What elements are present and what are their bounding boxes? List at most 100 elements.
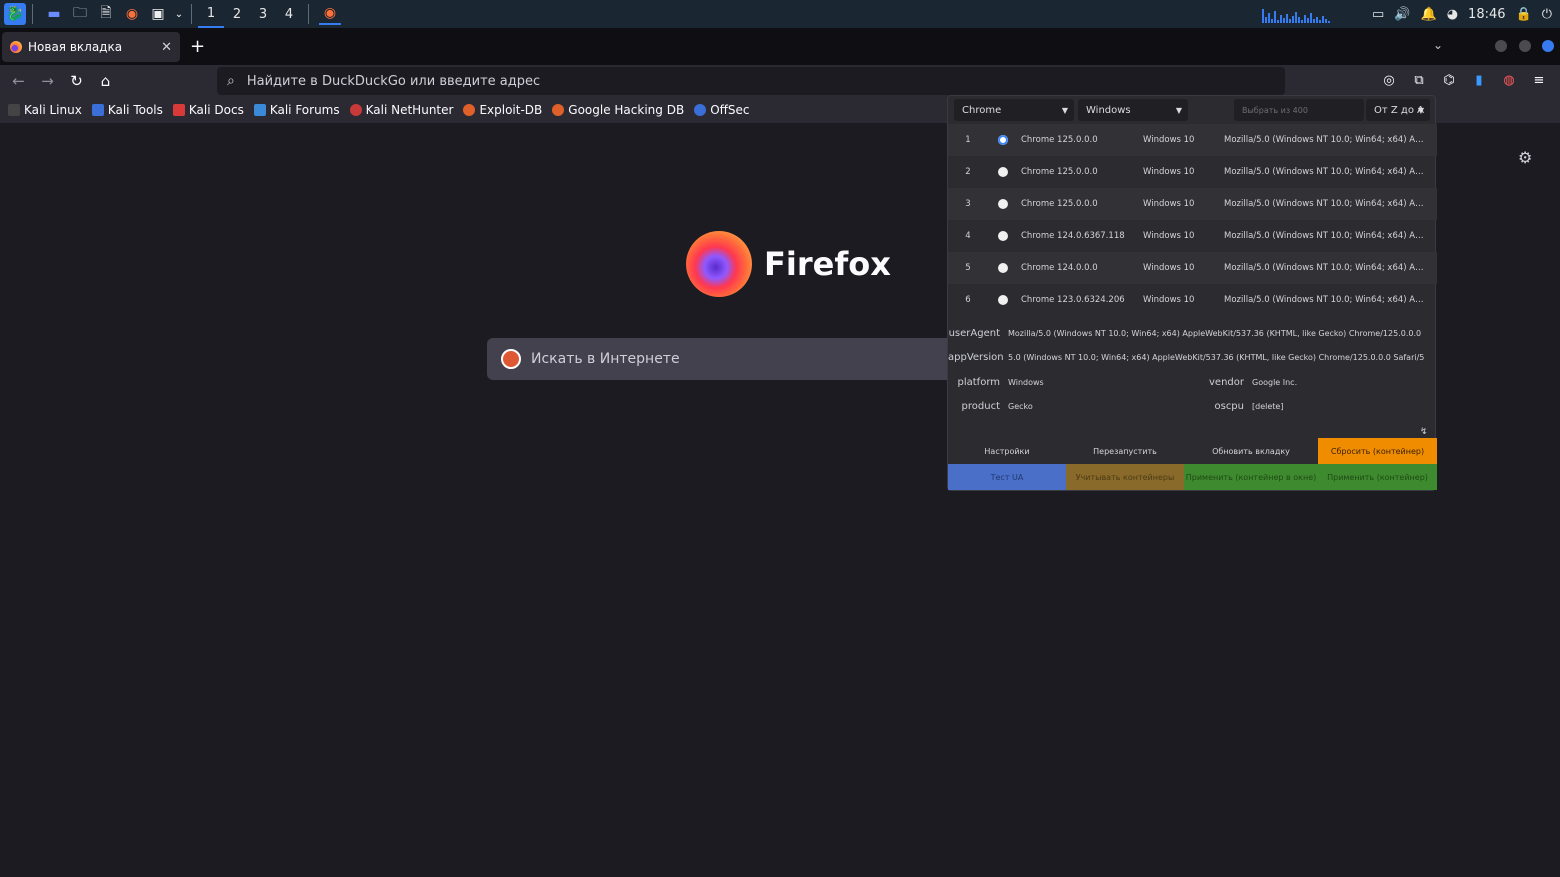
bookmark-offsec[interactable]: OffSec [694, 103, 750, 117]
row-useragent: Mozilla/5.0 (Windows NT 10.0; Win64; x64… [1224, 263, 1429, 273]
display-icon[interactable]: ▭ [1372, 7, 1384, 22]
refresh-tab-button[interactable]: Обновить вкладку [1184, 438, 1318, 464]
bookmark-label: Kali Linux [24, 103, 82, 117]
radio[interactable] [998, 199, 1008, 209]
system-tray: ▭ 🔊 🔔 ◕ 18:46 🔒 ⏻ [1262, 0, 1560, 28]
extensions-puzzle-icon[interactable]: ⧉ [1408, 69, 1430, 91]
settings-button[interactable]: Настройки [948, 438, 1066, 464]
row-os: Windows 10 [1143, 231, 1195, 241]
web-search-input[interactable]: Искать в Интернете [487, 338, 947, 380]
useragent-value-field[interactable]: Mozilla/5.0 (Windows NT 10.0; Win64; x64… [1008, 329, 1428, 338]
taskbar-separator [191, 4, 192, 24]
back-arrow-icon[interactable]: ← [4, 67, 33, 95]
resize-arrow-icon[interactable]: ↯ [1420, 427, 1428, 437]
terminal-icon[interactable]: ▣ [147, 3, 169, 25]
close-window-button[interactable] [1542, 40, 1554, 52]
radio[interactable] [998, 167, 1008, 177]
workspace-4[interactable]: 4 [276, 0, 302, 28]
tab-title: Новая вкладка [28, 40, 123, 54]
bookmark-kali-linux[interactable]: Kali Linux [8, 103, 82, 117]
notification-bell-icon[interactable]: 🔔 [1421, 7, 1437, 22]
vendor-value-field[interactable]: Google Inc. [1252, 378, 1297, 387]
os-select[interactable]: Windows ▼ [1078, 99, 1188, 121]
platform-vendor-row: platform Windows vendor Google Inc. [948, 370, 1437, 395]
power-icon[interactable]: ⏻ [1542, 7, 1552, 22]
home-icon[interactable]: ⌂ [91, 67, 120, 95]
radio[interactable] [998, 231, 1008, 241]
account-icon[interactable]: ◎ [1378, 69, 1400, 91]
list-item[interactable]: 2 Chrome 125.0.0.0 Windows 10 Mozilla/5.… [948, 156, 1437, 188]
tab-new-tab[interactable]: Новая вкладка ✕ [2, 32, 180, 62]
list-item[interactable]: 1 Chrome 125.0.0.0 Windows 10 Mozilla/5.… [948, 124, 1437, 156]
extension-blue-icon[interactable]: ▮ [1468, 69, 1490, 91]
detail-label: appVersion [948, 352, 1004, 364]
test-ua-button[interactable]: Тест UA [948, 464, 1066, 490]
clock-time[interactable]: 18:46 [1468, 7, 1505, 22]
restart-button[interactable]: Перезапустить [1066, 438, 1184, 464]
lock-icon[interactable]: 🔒 [1516, 7, 1532, 22]
popup-buttons-row-1: Настройки Перезапустить Обновить вкладку… [948, 438, 1437, 464]
volume-icon[interactable]: 🔊 [1394, 7, 1410, 22]
row-version: Chrome 125.0.0.0 [1021, 167, 1098, 177]
row-os: Windows 10 [1143, 135, 1195, 145]
oscpu-value-field[interactable]: [delete] [1252, 402, 1283, 411]
workspace-3[interactable]: 3 [250, 0, 276, 28]
launcher-dropdown-icon[interactable]: ⌄ [173, 3, 185, 25]
bookmark-kali-forums[interactable]: Kali Forums [253, 103, 340, 117]
reload-icon[interactable]: ↻ [62, 67, 91, 95]
useragent-list: 1 Chrome 125.0.0.0 Windows 10 Mozilla/5.… [948, 124, 1437, 316]
close-tab-icon[interactable]: ✕ [161, 40, 172, 55]
apply-container-in-window-button[interactable]: Применить (контейнер в окне) [1184, 464, 1318, 490]
useragent-extension-icon[interactable]: ◍ [1498, 69, 1520, 91]
desktop-icon[interactable]: ▬ [43, 3, 65, 25]
list-item[interactable]: 3 Chrome 125.0.0.0 Windows 10 Mozilla/5.… [948, 188, 1437, 220]
list-item[interactable]: 5 Chrome 124.0.0.0 Windows 10 Mozilla/5.… [948, 252, 1437, 284]
chevron-down-icon: ▼ [1061, 105, 1068, 115]
workspace-2[interactable]: 2 [224, 0, 250, 28]
new-tab-plus-icon[interactable]: + [190, 36, 205, 57]
app-menu-hamburger-icon[interactable]: ≡ [1528, 69, 1550, 91]
address-bar[interactable]: ⌕ Найдите в DuckDuckGo или введите адрес [217, 67, 1285, 95]
minimize-window-button[interactable] [1495, 40, 1507, 52]
exploit-db-icon [463, 104, 476, 116]
row-useragent: Mozilla/5.0 (Windows NT 10.0; Win64; x64… [1224, 231, 1429, 241]
apply-container-button[interactable]: Применить (контейнер) [1318, 464, 1437, 490]
text-editor-icon[interactable]: 🗎 [95, 3, 117, 25]
kali-menu-icon[interactable]: 🐉 [4, 3, 26, 25]
bookmark-kali-nethunter[interactable]: Kali NetHunter [349, 103, 453, 117]
gear-icon[interactable]: ⚙ [1518, 148, 1532, 167]
product-oscpu-row: product Gecko oscpu [delete] [948, 395, 1437, 420]
os-select-value: Windows [1086, 104, 1131, 116]
list-item[interactable]: 4 Chrome 124.0.6367.118 Windows 10 Mozil… [948, 220, 1437, 252]
bookmark-exploit-db[interactable]: Exploit-DB [463, 103, 542, 117]
taskbar-separator [32, 4, 33, 24]
radio[interactable] [998, 263, 1008, 273]
row-version: Chrome 124.0.6367.118 [1021, 231, 1125, 241]
radio[interactable] [998, 295, 1008, 305]
sort-select[interactable]: От Z до A ▼ [1366, 99, 1430, 121]
taskbar-separator [308, 4, 309, 24]
selected-radio[interactable] [998, 135, 1008, 145]
system-taskbar: 🐉 ▬ 🗀 🗎 ◉ ▣ ⌄ 1 2 3 4 ◉ ▭ 🔊 🔔 ◕ 18:46 🔒 … [0, 0, 1560, 28]
row-os: Windows 10 [1143, 263, 1195, 273]
maximize-window-button[interactable] [1519, 40, 1531, 52]
workspace-1[interactable]: 1 [198, 0, 224, 28]
appversion-value-field[interactable]: 5.0 (Windows NT 10.0; Win64; x64) AppleW… [1008, 353, 1428, 362]
firefox-window-icon[interactable]: ◉ [319, 3, 341, 25]
platform-value-field[interactable]: Windows [1008, 378, 1198, 387]
firefox-wordmark: Firefox [686, 231, 891, 297]
product-value-field[interactable]: Gecko [1008, 402, 1198, 411]
file-manager-icon[interactable]: 🗀 [69, 3, 91, 25]
use-containers-button[interactable]: Учитывать контейнеры [1066, 464, 1184, 490]
pick-from-list-input[interactable]: Выбрать из 400 [1234, 99, 1364, 121]
forward-arrow-icon[interactable]: → [33, 67, 62, 95]
bookmark-google-hacking-db[interactable]: Google Hacking DB [552, 103, 684, 117]
bookmark-kali-docs[interactable]: Kali Docs [172, 103, 244, 117]
browser-select[interactable]: Chrome ▼ [954, 99, 1074, 121]
reset-container-button[interactable]: Сбросить (контейнер) [1318, 438, 1437, 464]
list-all-tabs-chevron-icon[interactable]: ⌄ [1433, 38, 1443, 52]
screenshot-icon[interactable]: ⌬ [1438, 69, 1460, 91]
firefox-launcher-icon[interactable]: ◉ [121, 3, 143, 25]
list-item[interactable]: 6 Chrome 123.0.6324.206 Windows 10 Mozil… [948, 284, 1437, 316]
bookmark-kali-tools[interactable]: Kali Tools [91, 103, 163, 117]
